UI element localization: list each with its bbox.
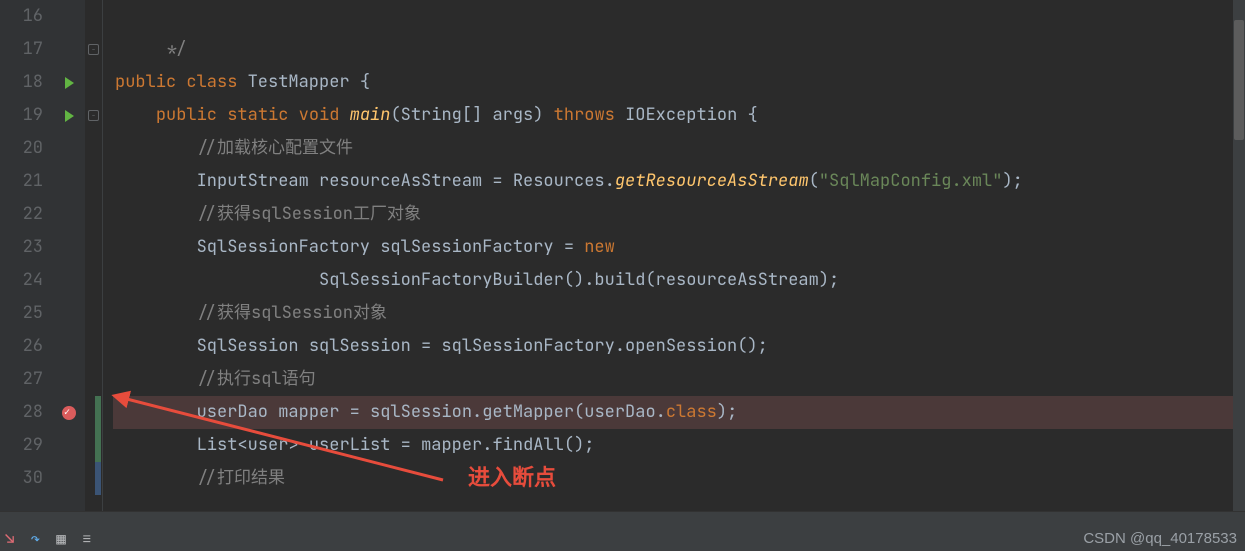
step-over-icon[interactable]: ↷ bbox=[31, 528, 41, 551]
code-line: //加载核心配置文件 bbox=[113, 132, 1245, 165]
scrollbar-thumb[interactable] bbox=[1234, 20, 1244, 140]
run-icon[interactable] bbox=[65, 110, 74, 122]
code-line: public class TestMapper { bbox=[113, 66, 1245, 99]
fold-collapse-icon[interactable]: - bbox=[88, 44, 99, 55]
line-number: 17 bbox=[0, 33, 43, 66]
code-line: //打印结果 bbox=[113, 462, 1245, 495]
code-line: SqlSessionFactory sqlSessionFactory = ne… bbox=[113, 231, 1245, 264]
vcs-change-marker bbox=[95, 396, 101, 462]
line-number: 20 bbox=[0, 132, 43, 165]
line-number: 28 bbox=[0, 396, 43, 429]
bottom-toolbar: ↘ ↷ ▦ ≡ bbox=[0, 511, 1245, 551]
run-icon[interactable] bbox=[65, 77, 74, 89]
vcs-change-marker bbox=[95, 462, 101, 495]
gutter-icons bbox=[53, 0, 85, 551]
list-icon[interactable]: ≡ bbox=[82, 528, 92, 551]
line-number: 26 bbox=[0, 330, 43, 363]
code-line: */ bbox=[113, 33, 1245, 66]
line-number: 21 bbox=[0, 165, 43, 198]
calculator-icon[interactable]: ▦ bbox=[56, 528, 66, 551]
fold-collapse-icon[interactable]: - bbox=[88, 110, 99, 121]
code-line-breakpoint: userDao mapper = sqlSession.getMapper(us… bbox=[113, 396, 1245, 429]
line-number: 19 bbox=[0, 99, 43, 132]
scrollbar-track[interactable] bbox=[1233, 0, 1245, 551]
code-line: public static void main(String[] args) t… bbox=[113, 99, 1245, 132]
step-into-icon[interactable]: ↘ bbox=[5, 528, 15, 551]
line-number: 25 bbox=[0, 297, 43, 330]
watermark: CSDN @qq_40178533 bbox=[1083, 530, 1237, 547]
code-line: //获得sqlSession对象 bbox=[113, 297, 1245, 330]
line-number: 30 bbox=[0, 462, 43, 495]
code-line: //获得sqlSession工厂对象 bbox=[113, 198, 1245, 231]
line-number: 16 bbox=[0, 0, 43, 33]
line-number: 24 bbox=[0, 264, 43, 297]
line-number: 27 bbox=[0, 363, 43, 396]
code-line: SqlSession sqlSession = sqlSessionFactor… bbox=[113, 330, 1245, 363]
line-number: 18 bbox=[0, 66, 43, 99]
code-line bbox=[113, 0, 1245, 33]
breakpoint-icon[interactable] bbox=[62, 406, 76, 420]
line-number-gutter: 16 17 18 19 20 21 22 23 24 25 26 27 28 2… bbox=[0, 0, 53, 551]
code-line: SqlSessionFactoryBuilder().build(resourc… bbox=[113, 264, 1245, 297]
code-area[interactable]: */ public class TestMapper { public stat… bbox=[113, 0, 1245, 551]
line-number: 22 bbox=[0, 198, 43, 231]
annotation-label: 进入断点 bbox=[468, 460, 556, 492]
line-number: 23 bbox=[0, 231, 43, 264]
line-number: 29 bbox=[0, 429, 43, 462]
code-line: InputStream resourceAsStream = Resources… bbox=[113, 165, 1245, 198]
code-line: List<user> userList = mapper.findAll(); bbox=[113, 429, 1245, 462]
code-line: //执行sql语句 bbox=[113, 363, 1245, 396]
code-editor[interactable]: 16 17 18 19 20 21 22 23 24 25 26 27 28 2… bbox=[0, 0, 1245, 551]
